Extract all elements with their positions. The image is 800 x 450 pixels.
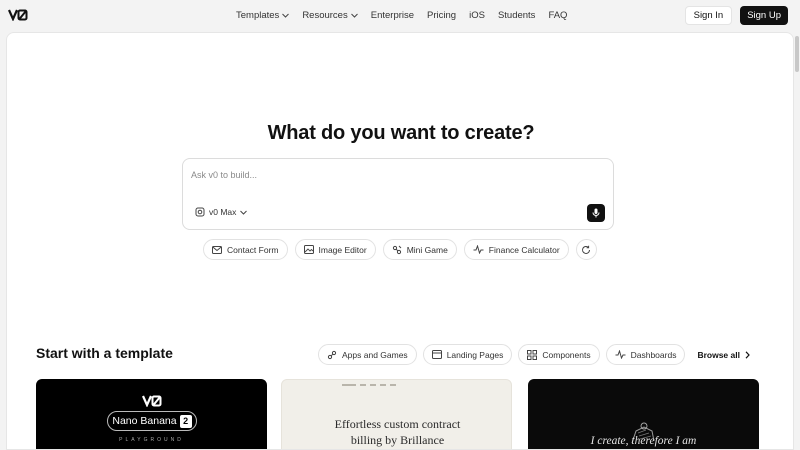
nav-ios-label: iOS: [469, 10, 485, 21]
v0-logo-icon[interactable]: [8, 9, 28, 21]
mail-icon: [212, 245, 222, 254]
layout-icon: [431, 350, 442, 359]
nav-students-label: Students: [497, 10, 536, 21]
nav-students[interactable]: Students: [498, 10, 536, 21]
filter-landing-pages[interactable]: Landing Pages: [422, 344, 513, 365]
scrollbar-thumb[interactable]: [795, 36, 799, 72]
nav-resources[interactable]: Resources: [302, 10, 358, 21]
prompt-box: v0 Max: [182, 158, 614, 230]
template-card-nano-banana[interactable]: Nano Banana 2 PLAYGROUND: [36, 379, 267, 449]
suggestion-label: Contact Form: [227, 244, 279, 255]
main-panel: What do you want to create? v0 Max: [6, 32, 794, 450]
preview-nav-bar: [342, 384, 452, 386]
model-label: v0 Max: [209, 207, 237, 217]
image-icon: [303, 245, 314, 254]
nav-enterprise-label: Enterprise: [370, 10, 415, 21]
browse-all-link[interactable]: Browse all: [697, 350, 750, 360]
filter-label: Apps and Games: [342, 349, 408, 360]
brillance-line-1: Effortless custom contract: [334, 417, 461, 431]
template-card-brillance[interactable]: Effortless custom contract billing by Br…: [281, 379, 512, 449]
suggestion-mini-game[interactable]: Mini Game: [382, 239, 457, 260]
template-cards: Nano Banana 2 PLAYGROUND Effortless cust…: [36, 379, 766, 449]
activity-icon: [473, 245, 484, 254]
nano-banana-text: Nano Banana: [112, 415, 177, 427]
chevron-down-icon: [282, 13, 290, 18]
nav-ios[interactable]: iOS: [469, 10, 485, 21]
auth-buttons: Sign In Sign Up: [684, 6, 788, 25]
sign-in-button[interactable]: Sign In: [684, 6, 733, 25]
nano-banana-subtitle: PLAYGROUND: [119, 437, 184, 443]
suggestion-contact-form[interactable]: Contact Form: [203, 239, 288, 260]
suggestion-image-editor[interactable]: Image Editor: [294, 239, 376, 260]
hero-title: What do you want to create?: [267, 122, 535, 144]
sign-up-button[interactable]: Sign Up: [740, 6, 788, 25]
brillance-line-2: billing by Brillance: [350, 433, 445, 447]
activity-icon: [615, 350, 626, 359]
filter-dashboards[interactable]: Dashboards: [605, 344, 686, 365]
suggestion-label: Mini Game: [406, 244, 448, 255]
nav-templates[interactable]: Templates: [236, 10, 290, 21]
refresh-suggestions-button[interactable]: [575, 239, 597, 260]
v0-logo-icon: [140, 395, 164, 407]
chevron-down-icon: [240, 210, 248, 215]
model-cube-icon: [195, 207, 205, 217]
filter-label: Dashboards: [630, 349, 677, 360]
nano-banana-badge: Nano Banana 2: [107, 411, 197, 431]
nano-banana-number: 2: [179, 414, 192, 428]
nav-pricing[interactable]: Pricing: [427, 10, 456, 21]
prompt-input[interactable]: [191, 167, 591, 183]
game-icon: [392, 245, 402, 255]
templates-section-title: Start with a template: [36, 345, 173, 361]
top-navbar: Templates Resources Enterprise Pricing i…: [0, 0, 800, 31]
filter-label: Landing Pages: [446, 349, 504, 360]
model-selector[interactable]: v0 Max: [195, 207, 248, 217]
main-nav: Templates Resources Enterprise Pricing i…: [236, 0, 580, 31]
nav-faq[interactable]: FAQ: [548, 10, 567, 21]
browse-all-label: Browse all: [697, 349, 740, 360]
suggestion-finance-calculator[interactable]: Finance Calculator: [463, 239, 569, 260]
filter-components[interactable]: Components: [518, 344, 600, 365]
filter-apps-and-games[interactable]: Apps and Games: [318, 344, 417, 365]
microphone-icon: [592, 208, 600, 218]
nav-pricing-label: Pricing: [427, 10, 457, 21]
suggestion-chips: Contact Form Image Editor Mini Game Fina…: [203, 239, 597, 260]
suggestion-label: Finance Calculator: [488, 244, 560, 255]
nav-resources-label: Resources: [302, 10, 348, 21]
microphone-button[interactable]: [587, 204, 605, 222]
i-create-text: I create, therefore I am: [590, 435, 697, 447]
template-filters: Apps and Games Landing Pages Components …: [318, 344, 750, 365]
nav-templates-label: Templates: [236, 10, 280, 21]
refresh-icon: [581, 245, 591, 255]
apps-icon: [327, 350, 337, 360]
suggestion-label: Image Editor: [318, 244, 367, 255]
chevron-right-icon: [745, 350, 750, 359]
page-scrollbar[interactable]: [794, 32, 800, 450]
chevron-down-icon: [350, 13, 358, 18]
nav-enterprise[interactable]: Enterprise: [371, 10, 414, 21]
grid-icon: [527, 349, 538, 360]
nav-faq-label: FAQ: [548, 10, 568, 21]
template-card-i-create[interactable]: I create, therefore I am: [528, 379, 759, 449]
filter-label: Components: [542, 349, 591, 360]
brillance-headline: Effortless custom contract billing by Br…: [282, 416, 511, 448]
